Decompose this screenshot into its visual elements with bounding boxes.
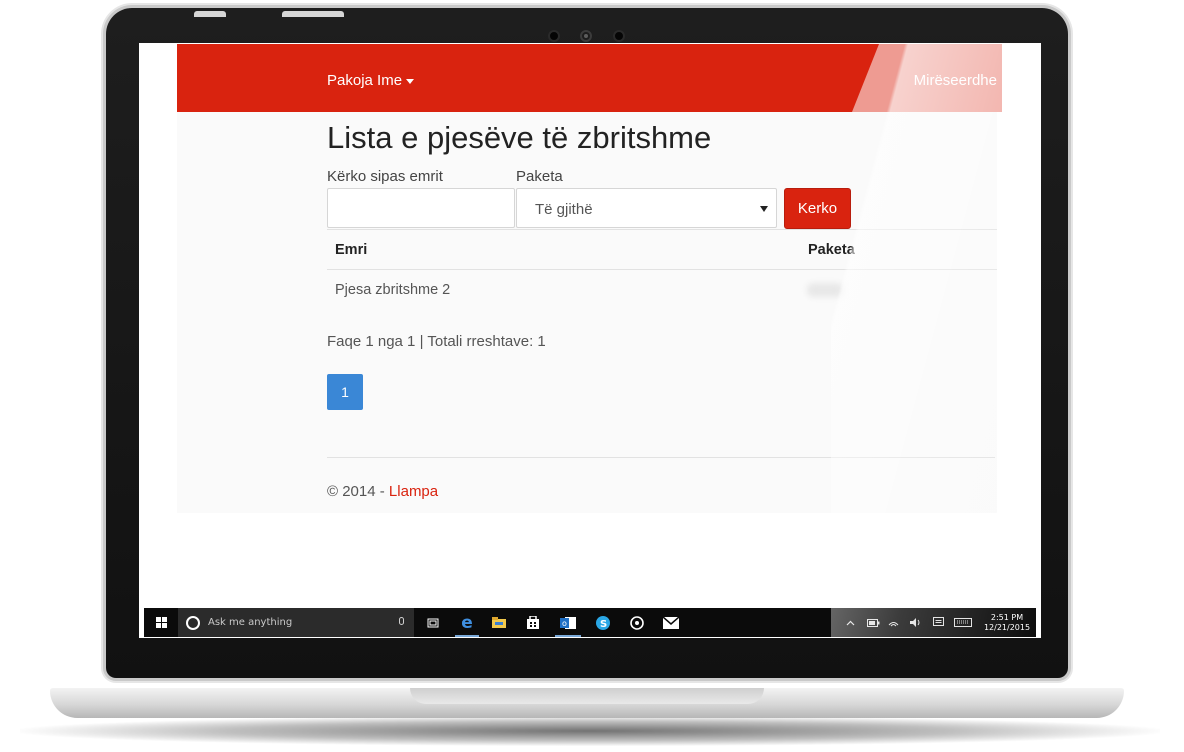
microphone-icon[interactable]	[399, 617, 404, 625]
package-filter-label: Paketa	[516, 168, 563, 185]
volume-icon[interactable]	[910, 608, 922, 637]
svg-text:S: S	[600, 619, 607, 630]
lid-tab	[282, 11, 344, 17]
active-app-indicator	[555, 635, 581, 637]
laptop-screen: Pakoja Ime Mirëseerdhe Lista e pjesëve t…	[139, 43, 1041, 638]
caret-down-icon	[406, 78, 415, 84]
table-row[interactable]: Pjesa zbritshme 2	[327, 269, 997, 309]
column-header-name: Emri	[335, 242, 368, 258]
camera-sensor	[548, 30, 560, 42]
outlook-icon[interactable]: o	[553, 608, 583, 637]
laptop-shadow	[20, 716, 1160, 746]
taskbar-clock[interactable]: 2:51 PM 12/21/2015	[982, 613, 1032, 633]
clock-date: 12/21/2015	[983, 623, 1031, 632]
camera-lens	[580, 30, 592, 42]
store-icon[interactable]	[521, 608, 545, 637]
cortana-search-box[interactable]: Ask me anything	[178, 608, 414, 637]
page-title: Lista e pjesëve të zbritshme	[327, 120, 712, 155]
edge-icon[interactable]: e	[453, 608, 481, 637]
column-header-package: Paketa	[808, 242, 855, 258]
welcome-link[interactable]: Mirëseerdhe	[914, 72, 997, 89]
package-dropdown[interactable]: Pakoja Ime	[327, 72, 415, 89]
svg-text:o: o	[562, 619, 567, 628]
web-page: Pakoja Ime Mirëseerdhe Lista e pjesëve t…	[139, 43, 1041, 608]
mail-icon[interactable]	[659, 608, 683, 637]
cell-name: Pjesa zbritshme 2	[335, 282, 451, 298]
active-app-indicator	[455, 635, 479, 637]
keyboard-icon[interactable]	[954, 608, 972, 637]
clock-time: 2:51 PM	[990, 613, 1024, 622]
name-search-label: Kërko sipas emrit	[327, 168, 443, 185]
task-view-icon[interactable]	[421, 608, 445, 637]
windows-taskbar: Ask me anything e o S 2:51 PM 12/21/2015	[144, 608, 1036, 637]
cortana-search-placeholder: Ask me anything	[208, 617, 293, 628]
battery-icon[interactable]	[867, 608, 880, 637]
footer: © 2014 - Llampa	[327, 483, 438, 500]
lid-tab	[194, 11, 226, 17]
results-table: Emri Paketa Pjesa zbritshme 2	[327, 229, 997, 309]
package-select[interactable]: Të gjithë	[516, 188, 777, 228]
select-caret-icon	[760, 206, 768, 212]
action-center-icon[interactable]	[933, 608, 944, 637]
windows-logo-icon	[155, 617, 167, 628]
wifi-icon[interactable]	[888, 608, 899, 637]
footer-copyright: © 2014 -	[327, 483, 389, 500]
navbar: Pakoja Ime Mirëseerdhe	[177, 44, 1002, 112]
name-search-input[interactable]	[327, 188, 515, 228]
footer-link[interactable]: Llampa	[389, 483, 438, 500]
laptop-base	[50, 688, 1124, 718]
blurred-package-value	[807, 283, 843, 297]
search-button[interactable]: Kerko	[784, 188, 851, 229]
skype-icon[interactable]: S	[591, 608, 615, 637]
footer-divider	[327, 457, 995, 458]
table-header-row: Emri Paketa	[327, 229, 997, 269]
page-button-1[interactable]: 1	[327, 374, 363, 410]
cortana-icon	[186, 615, 200, 630]
laptop-base-notch	[410, 688, 764, 704]
start-button[interactable]	[151, 608, 171, 637]
show-hidden-icons-chevron-up-icon[interactable]	[846, 608, 855, 637]
groove-music-icon[interactable]	[625, 608, 649, 637]
package-select-value: Të gjithë	[535, 201, 593, 218]
file-explorer-icon[interactable]	[487, 608, 511, 637]
pagination-info: Faqe 1 nga 1 | Totali rreshtave: 1	[327, 333, 546, 350]
camera-sensor	[613, 30, 625, 42]
package-dropdown-label: Pakoja Ime	[327, 72, 403, 89]
main-content: Lista e pjesëve të zbritshme Kërko sipas…	[177, 112, 997, 513]
